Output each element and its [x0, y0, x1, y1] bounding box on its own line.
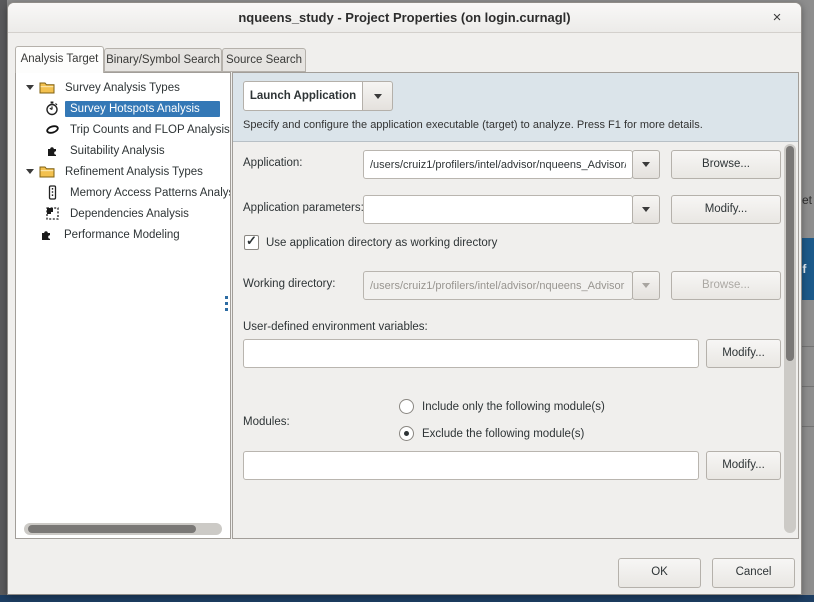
launch-mode-combobox[interactable]: Launch Application [243, 81, 393, 111]
header-description: Specify and configure the application ex… [243, 119, 703, 131]
tree-item-trip-counts-flop[interactable]: Trip Counts and FLOP Analysis [16, 119, 230, 140]
chevron-down-icon [642, 283, 650, 288]
cancel-button[interactable]: Cancel [712, 558, 795, 588]
application-parameters-label: Application parameters: [243, 202, 364, 214]
use-app-dir-checkbox[interactable]: ✓ [244, 235, 259, 250]
background-row-divider [802, 386, 814, 387]
project-properties-dialog: nqueens_study - Project Properties (on l… [7, 2, 802, 595]
puzzle-icon [44, 143, 60, 159]
tree-horizontal-scrollbar[interactable] [24, 523, 222, 535]
background-text-fragment: et [802, 193, 812, 207]
ok-button[interactable]: OK [618, 558, 701, 588]
tree-item-label: Trip Counts and FLOP Analysis [65, 122, 230, 138]
tree-horizontal-scrollbar-thumb[interactable] [28, 525, 196, 533]
application-parameters-input[interactable] [363, 195, 633, 224]
modules-exclude-label[interactable]: Exclude the following module(s) [422, 428, 584, 440]
loop-icon [44, 122, 60, 138]
folder-icon [39, 164, 55, 180]
env-vars-input[interactable] [243, 339, 699, 368]
stopwatch-icon [44, 101, 60, 117]
tree-item-label: Suitability Analysis [65, 143, 170, 159]
expander-arrow-icon[interactable] [26, 169, 34, 174]
modules-modify-button[interactable]: Modify... [706, 451, 781, 480]
close-icon[interactable]: × [767, 8, 787, 28]
modules-input[interactable] [243, 451, 699, 480]
tree-item-label: Performance Modeling [59, 227, 185, 243]
application-label: Application: [243, 157, 302, 169]
env-vars-label: User-defined environment variables: [243, 321, 428, 333]
checkmark-icon: ✓ [246, 233, 257, 249]
working-directory-dropdown [632, 271, 660, 300]
form-vertical-scrollbar[interactable] [784, 144, 796, 533]
launch-mode-dropdown-button[interactable] [363, 81, 393, 111]
tree-item-label: Refinement Analysis Types [60, 164, 208, 180]
title-bar[interactable]: nqueens_study - Project Properties (on l… [8, 3, 801, 33]
working-directory-label: Working directory: [243, 278, 335, 290]
tree-item-survey-hotspots-analysis[interactable]: Survey Hotspots Analysis [16, 98, 230, 119]
analysis-type-tree: Survey Analysis Types Survey Hotspots An… [15, 72, 231, 539]
dependencies-icon [44, 206, 60, 222]
analysis-target-form: Launch Application Specify and configure… [232, 72, 799, 539]
tree-item-label: Dependencies Analysis [65, 206, 194, 222]
tree-item-dependencies-analysis[interactable]: Dependencies Analysis [16, 203, 230, 224]
tree-item-label: Memory Access Patterns Analysis [65, 185, 230, 201]
modules-include-label[interactable]: Include only the following module(s) [422, 401, 605, 413]
launch-header: Launch Application Specify and configure… [233, 73, 798, 142]
launch-mode-value[interactable]: Launch Application [243, 81, 363, 111]
chevron-down-icon [642, 207, 650, 212]
tree-item-survey-analysis-types[interactable]: Survey Analysis Types [16, 77, 230, 98]
tab-analysis-target[interactable]: Analysis Target [15, 46, 104, 73]
env-vars-modify-button[interactable]: Modify... [706, 339, 781, 368]
working-directory-browse-button: Browse... [671, 271, 781, 300]
background-window-left-edge [0, 0, 7, 602]
application-input[interactable] [363, 150, 633, 179]
puzzle-icon [38, 227, 54, 243]
background-row-divider [802, 426, 814, 427]
tree-item-performance-modeling[interactable]: Performance Modeling [16, 224, 230, 245]
memory-icon [44, 185, 60, 201]
expander-arrow-icon[interactable] [26, 85, 34, 90]
use-app-dir-label[interactable]: Use application directory as working dir… [266, 237, 497, 249]
modules-label: Modules: [243, 416, 290, 428]
application-history-dropdown[interactable] [632, 150, 660, 179]
tab-source-search[interactable]: Source Search [222, 48, 306, 72]
tree-item-label: Survey Hotspots Analysis [65, 101, 220, 117]
tree-item-suitability-analysis[interactable]: Suitability Analysis [16, 140, 230, 161]
tree-item-refinement-analysis-types[interactable]: Refinement Analysis Types [16, 161, 230, 182]
application-parameters-modify-button[interactable]: Modify... [671, 195, 781, 224]
working-directory-input [363, 271, 633, 300]
chevron-down-icon [374, 94, 382, 99]
modules-include-radio[interactable] [399, 399, 414, 414]
chevron-down-icon [642, 162, 650, 167]
pane-splitter-handle[interactable] [225, 296, 229, 314]
application-browse-button[interactable]: Browse... [671, 150, 781, 179]
tab-binary-symbol-search[interactable]: Binary/Symbol Search [104, 48, 222, 72]
application-parameters-dropdown[interactable] [632, 195, 660, 224]
tree-item-memory-access-patterns[interactable]: Memory Access Patterns Analysis [16, 182, 230, 203]
form-vertical-scrollbar-thumb[interactable] [786, 146, 794, 361]
background-row-divider [802, 346, 814, 347]
tree-item-label: Survey Analysis Types [60, 80, 185, 96]
window-title: nqueens_study - Project Properties (on l… [8, 10, 801, 25]
background-blue-badge: lf [802, 238, 814, 300]
modules-exclude-radio[interactable] [399, 426, 414, 441]
folder-icon [39, 80, 55, 96]
background-window-bottom-edge [0, 595, 814, 602]
